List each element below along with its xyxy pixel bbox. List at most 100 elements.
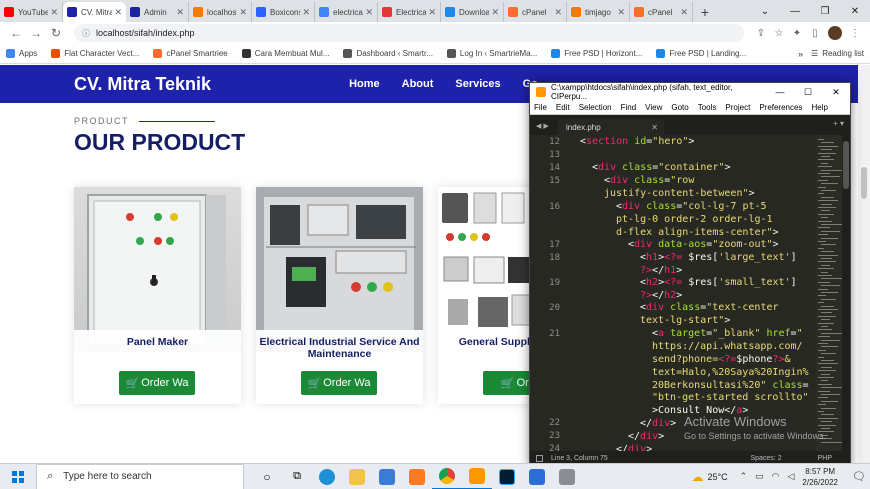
close-tab-icon[interactable]: ✕	[176, 7, 184, 18]
browser-tab[interactable]: localhost ✕	[189, 2, 252, 22]
menu-find[interactable]: Find	[621, 103, 637, 112]
task-view-icon[interactable]: ⧉	[282, 464, 312, 489]
network-icon[interactable]: ▭	[755, 471, 764, 482]
share-icon[interactable]: ⇪	[752, 28, 770, 39]
status-spaces[interactable]: Spaces: 2	[750, 455, 781, 462]
wps-icon[interactable]	[522, 464, 552, 489]
page-scrollbar[interactable]	[858, 65, 870, 463]
bookmark-item[interactable]: Apps	[6, 49, 37, 58]
code-area[interactable]: <section id="hero"> <div class="containe…	[580, 135, 815, 451]
panel-toggle-icon[interactable]	[536, 454, 543, 462]
editor-maximize-button[interactable]: ☐	[794, 87, 822, 98]
bookmark-item[interactable]: Dashboard ‹ Smartr...	[343, 49, 433, 58]
browser-tab[interactable]: Download✕	[441, 2, 504, 22]
chrome-icon[interactable]	[432, 464, 462, 489]
bookmarks-more-button[interactable]: »	[798, 49, 803, 59]
close-tab-icon[interactable]: ✕	[428, 7, 436, 18]
status-syntax[interactable]: PHP	[818, 455, 832, 462]
reading-list-button[interactable]: ☰ Reading list	[811, 49, 864, 58]
editor-minimize-button[interactable]: —	[766, 87, 794, 97]
bookmark-item[interactable]: Flat Character Vect...	[51, 49, 139, 58]
browser-tab[interactable]: Boxicons ✕	[252, 2, 315, 22]
extensions-icon[interactable]: ✦	[788, 28, 806, 39]
reload-button[interactable]: ↻	[46, 26, 66, 40]
xampp-icon[interactable]	[402, 464, 432, 489]
order-wa-button[interactable]: 🛒 Order Wa	[119, 371, 195, 395]
close-tab-icon[interactable]: ✕	[491, 7, 499, 18]
page-scroll-thumb[interactable]	[861, 167, 867, 199]
browser-tab[interactable]: cPanel ✕	[630, 2, 693, 22]
bookmark-item[interactable]: Free PSD | Landing...	[656, 49, 746, 58]
menu-tools[interactable]: Tools	[698, 103, 717, 112]
bookmark-star-icon[interactable]: ☆	[770, 28, 788, 39]
close-tab-icon[interactable]: ✕	[680, 7, 688, 18]
store-icon[interactable]	[372, 464, 402, 489]
editor-close-button[interactable]: ✕	[822, 87, 850, 98]
editor-tab-index[interactable]: index.php ✕	[558, 119, 664, 135]
menu-project[interactable]: Project	[725, 103, 750, 112]
cortana-icon[interactable]: ○	[252, 464, 282, 489]
notification-icon[interactable]: 🗨	[848, 470, 870, 483]
clock[interactable]: 8:57 PM 2/26/2022	[802, 466, 838, 488]
close-tab-icon[interactable]: ✕	[239, 7, 247, 18]
taskbar-search-box[interactable]: ⌕ Type here to search	[36, 463, 244, 489]
close-tab-icon[interactable]: ✕	[114, 7, 122, 18]
address-bar[interactable]: ⓘ localhost/sifah/index.php	[74, 24, 744, 42]
browser-tab[interactable]: timjago ✕	[567, 2, 630, 22]
tab-nav-arrows-icon[interactable]: ◀ ▶	[530, 122, 558, 135]
volume-icon[interactable]: ◁	[787, 471, 794, 482]
browser-tab[interactable]: Admin ✕	[126, 2, 189, 22]
close-tab-icon[interactable]: ✕	[50, 7, 58, 18]
menu-kebab-icon[interactable]: ⋮	[846, 28, 864, 39]
close-tab-icon[interactable]: ✕	[302, 7, 310, 18]
order-wa-button[interactable]: 🛒 Order Wa	[301, 371, 377, 395]
menu-edit[interactable]: Edit	[556, 103, 570, 112]
browser-tab[interactable]: electrical ✕	[315, 2, 378, 22]
menu-help[interactable]: Help	[811, 103, 827, 112]
editor-body[interactable]: 12 13 14 15 16 17 18 19 20 21 22 23 24 <…	[530, 135, 850, 451]
menu-file[interactable]: File	[534, 103, 547, 112]
weather-icon[interactable]: ☁	[691, 470, 703, 484]
tab-search-icon[interactable]: ⌄	[750, 0, 780, 22]
close-window-button[interactable]: ✕	[840, 0, 870, 22]
close-tab-icon[interactable]: ✕	[365, 7, 373, 18]
close-tab-icon[interactable]: ✕	[617, 7, 625, 18]
forward-button[interactable]: →	[26, 26, 46, 40]
menu-services[interactable]: Services	[455, 78, 500, 90]
photoshop-icon[interactable]	[492, 464, 522, 489]
temperature[interactable]: 25°C	[707, 472, 727, 482]
wifi-icon[interactable]: ◠	[772, 471, 780, 482]
bookmark-item[interactable]: Cara Membuat Mul...	[241, 49, 329, 58]
bookmark-item[interactable]: Log In ‹ SmartrieMa...	[446, 49, 537, 58]
browser-tab[interactable]: YouTube ✕	[0, 2, 63, 22]
info-icon[interactable]: ⓘ	[82, 28, 90, 39]
avatar[interactable]	[828, 26, 842, 40]
file-explorer-icon[interactable]	[342, 464, 372, 489]
browser-tab[interactable]: cPanel ✕	[504, 2, 567, 22]
bookmark-item[interactable]: cPanel Smartriee	[153, 49, 228, 58]
menu-goto[interactable]: Goto	[671, 103, 688, 112]
browser-tab[interactable]: Electrical ✕	[378, 2, 441, 22]
editor-minimap[interactable]	[816, 135, 842, 451]
sidebar-icon[interactable]: ▯	[806, 28, 824, 39]
menu-selection[interactable]: Selection	[579, 103, 612, 112]
menu-home[interactable]: Home	[349, 78, 380, 90]
new-tab-plus-icon[interactable]: + ▾	[833, 119, 844, 128]
close-tab-icon[interactable]: ✕	[651, 123, 658, 132]
back-button[interactable]: ←	[6, 26, 26, 40]
app-icon[interactable]	[552, 464, 582, 489]
menu-about[interactable]: About	[402, 78, 434, 90]
menu-preferences[interactable]: Preferences	[759, 103, 802, 112]
edge-icon[interactable]	[312, 464, 342, 489]
browser-tab[interactable]: CV. Mitra Teknik✕	[63, 2, 126, 22]
restore-button[interactable]: ❐	[810, 0, 840, 22]
tray-chevron-icon[interactable]: ⌃	[740, 471, 748, 482]
editor-scroll-thumb[interactable]	[843, 141, 849, 189]
site-brand[interactable]: CV. Mitra Teknik	[74, 74, 211, 95]
close-tab-icon[interactable]: ✕	[554, 7, 562, 18]
menu-view[interactable]: View	[645, 103, 662, 112]
sublime-taskbar-icon[interactable]	[462, 464, 492, 489]
start-button[interactable]	[0, 470, 36, 483]
new-tab-button[interactable]: +	[693, 2, 717, 22]
editor-scrollbar[interactable]	[842, 135, 850, 451]
